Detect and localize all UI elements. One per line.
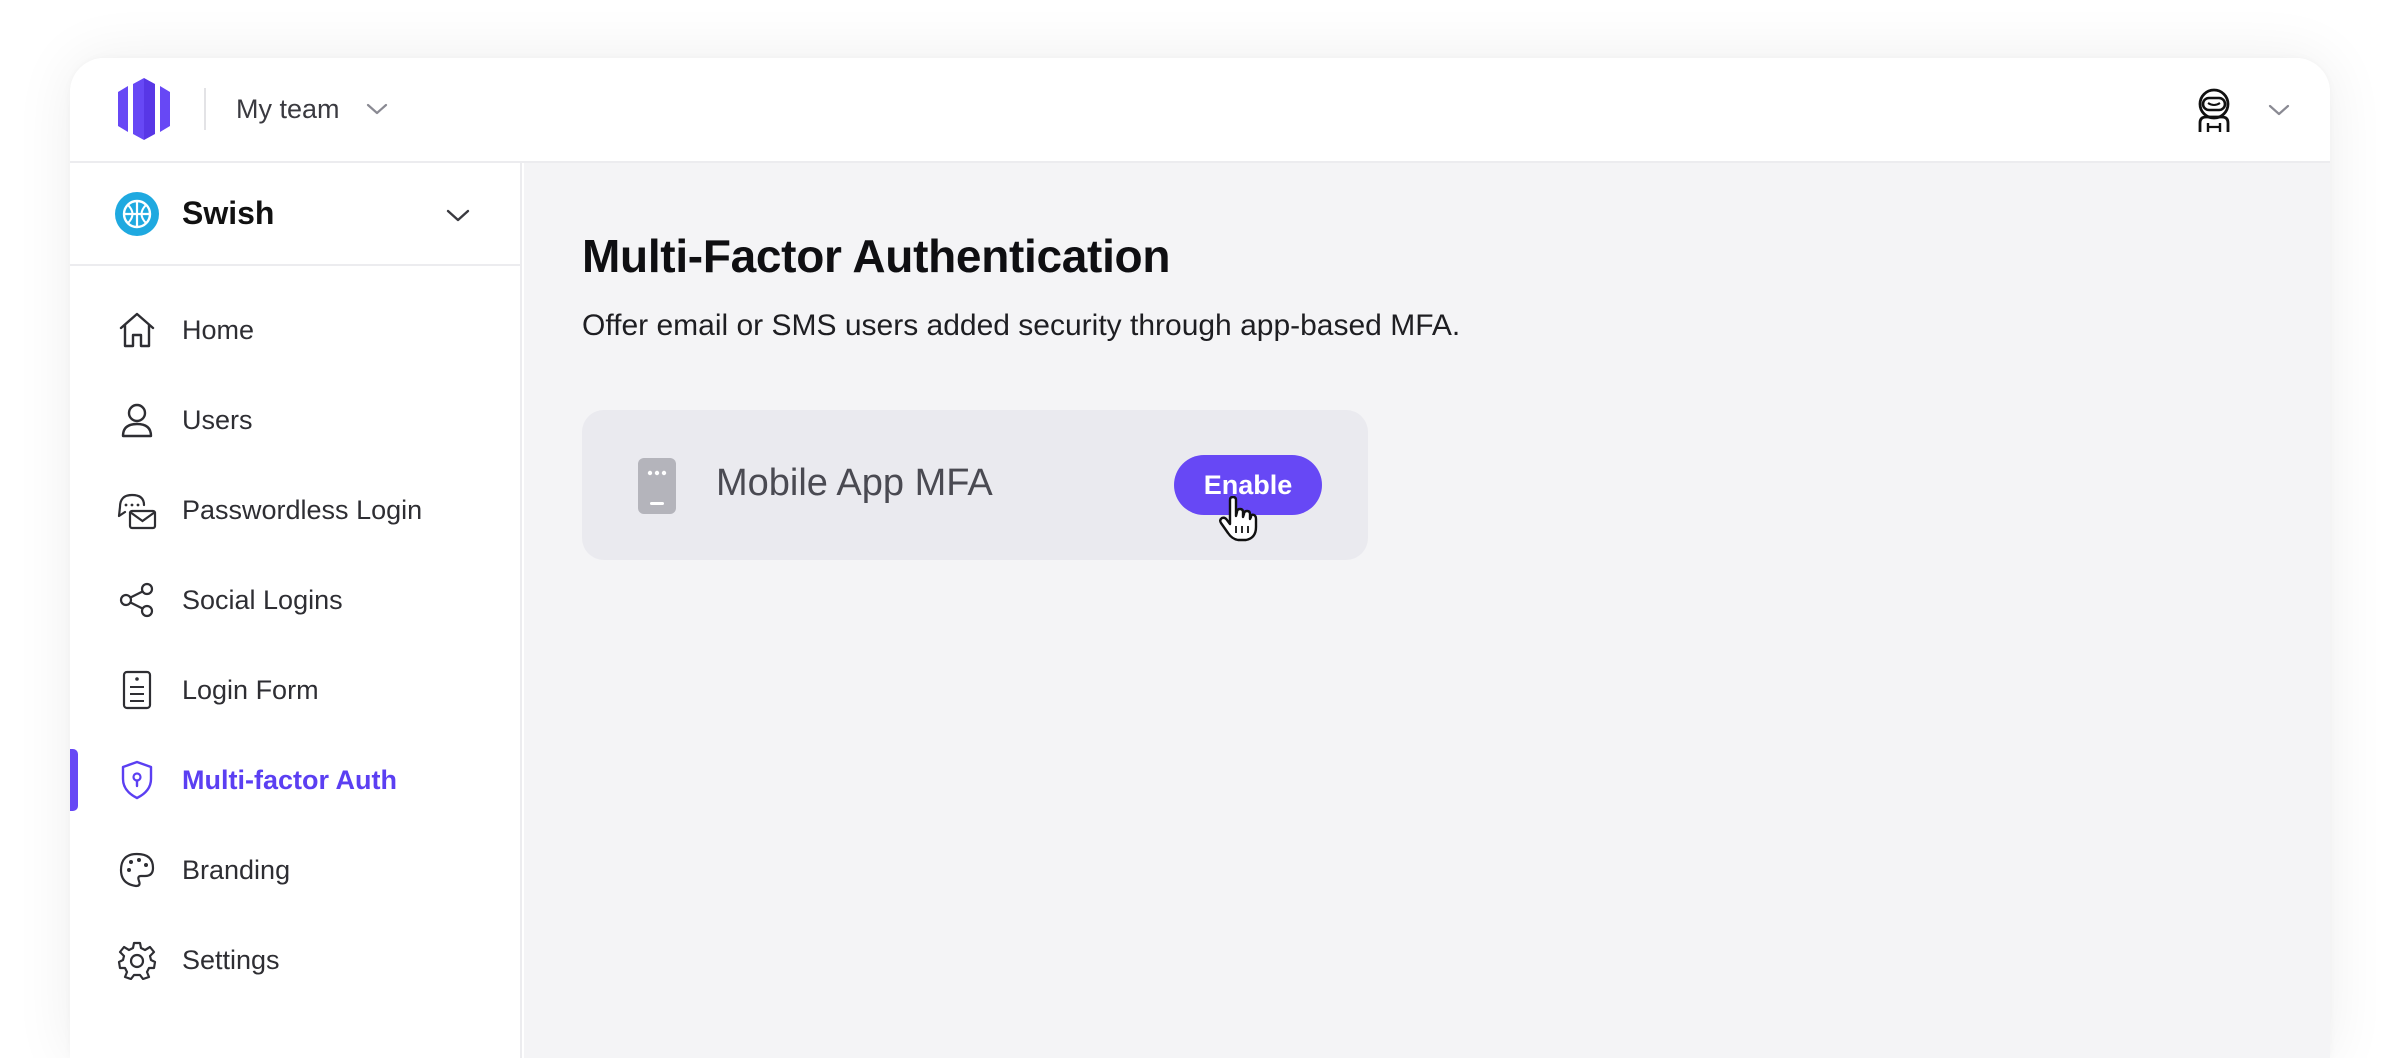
app-name: Swish	[182, 195, 275, 231]
sidebar-item-passwordless-login[interactable]: Passwordless Login	[70, 470, 522, 550]
sidebar-item-label: Settings	[182, 944, 280, 975]
mfa-option-label: Mobile App MFA	[716, 462, 993, 504]
active-indicator	[70, 749, 78, 811]
chevron-down-icon	[446, 209, 470, 222]
app-switcher[interactable]: Swish	[70, 163, 520, 266]
home-icon	[116, 309, 158, 351]
topbar-divider	[204, 88, 206, 130]
sidebar-item-label: Home	[182, 314, 255, 345]
chevron-down-icon	[366, 103, 387, 115]
user-menu[interactable]	[2194, 84, 2290, 136]
form-document-icon	[116, 669, 158, 711]
user-icon	[116, 399, 158, 441]
main-content: Multi-Factor Authentication Offer email …	[524, 163, 2330, 1058]
sidebar-item-home[interactable]: Home	[70, 290, 522, 370]
page-subtitle: Offer email or SMS users added security …	[582, 309, 1461, 342]
sidebar: Swish Home Users Passwordless Login Soci…	[70, 163, 522, 1058]
sidebar-item-label: Login Form	[182, 674, 319, 705]
shield-icon	[116, 759, 158, 801]
team-switcher[interactable]: My team	[236, 86, 388, 132]
brand-logo-icon[interactable]	[116, 78, 172, 140]
gear-icon	[116, 939, 158, 981]
sidebar-item-settings[interactable]: Settings	[70, 920, 522, 1000]
sidebar-item-users[interactable]: Users	[70, 380, 522, 460]
astronaut-avatar-icon	[2198, 88, 2230, 132]
palette-icon	[116, 849, 158, 891]
sidebar-item-multi-factor-auth[interactable]: Multi-factor Auth	[70, 740, 522, 820]
chevron-down-icon	[2268, 104, 2290, 116]
sidebar-item-label: Passwordless Login	[182, 494, 423, 525]
mobile-app-mfa-card: Mobile App MFA Enable	[582, 410, 1368, 560]
sidebar-item-label: Multi-factor Auth	[182, 764, 397, 795]
sidebar-item-social-logins[interactable]: Social Logins	[70, 560, 522, 640]
top-bar: My team	[70, 58, 2330, 163]
sidebar-item-label: Social Logins	[182, 584, 343, 615]
team-label: My team	[236, 93, 340, 124]
page-title: Multi-Factor Authentication	[582, 230, 1171, 282]
sidebar-item-branding[interactable]: Branding	[70, 830, 522, 910]
app-window: My team Swish Home Users Passwordless Lo…	[70, 58, 2330, 1058]
sidebar-item-label: Users	[182, 404, 253, 435]
hand-pointer-cursor-icon	[1219, 496, 1258, 542]
mobile-device-icon	[638, 458, 676, 514]
basketball-icon	[115, 192, 159, 236]
sidebar-item-label: Branding	[182, 854, 291, 885]
sidebar-item-login-form[interactable]: Login Form	[70, 650, 522, 730]
chat-mail-icon	[116, 489, 158, 531]
share-icon	[116, 579, 158, 621]
